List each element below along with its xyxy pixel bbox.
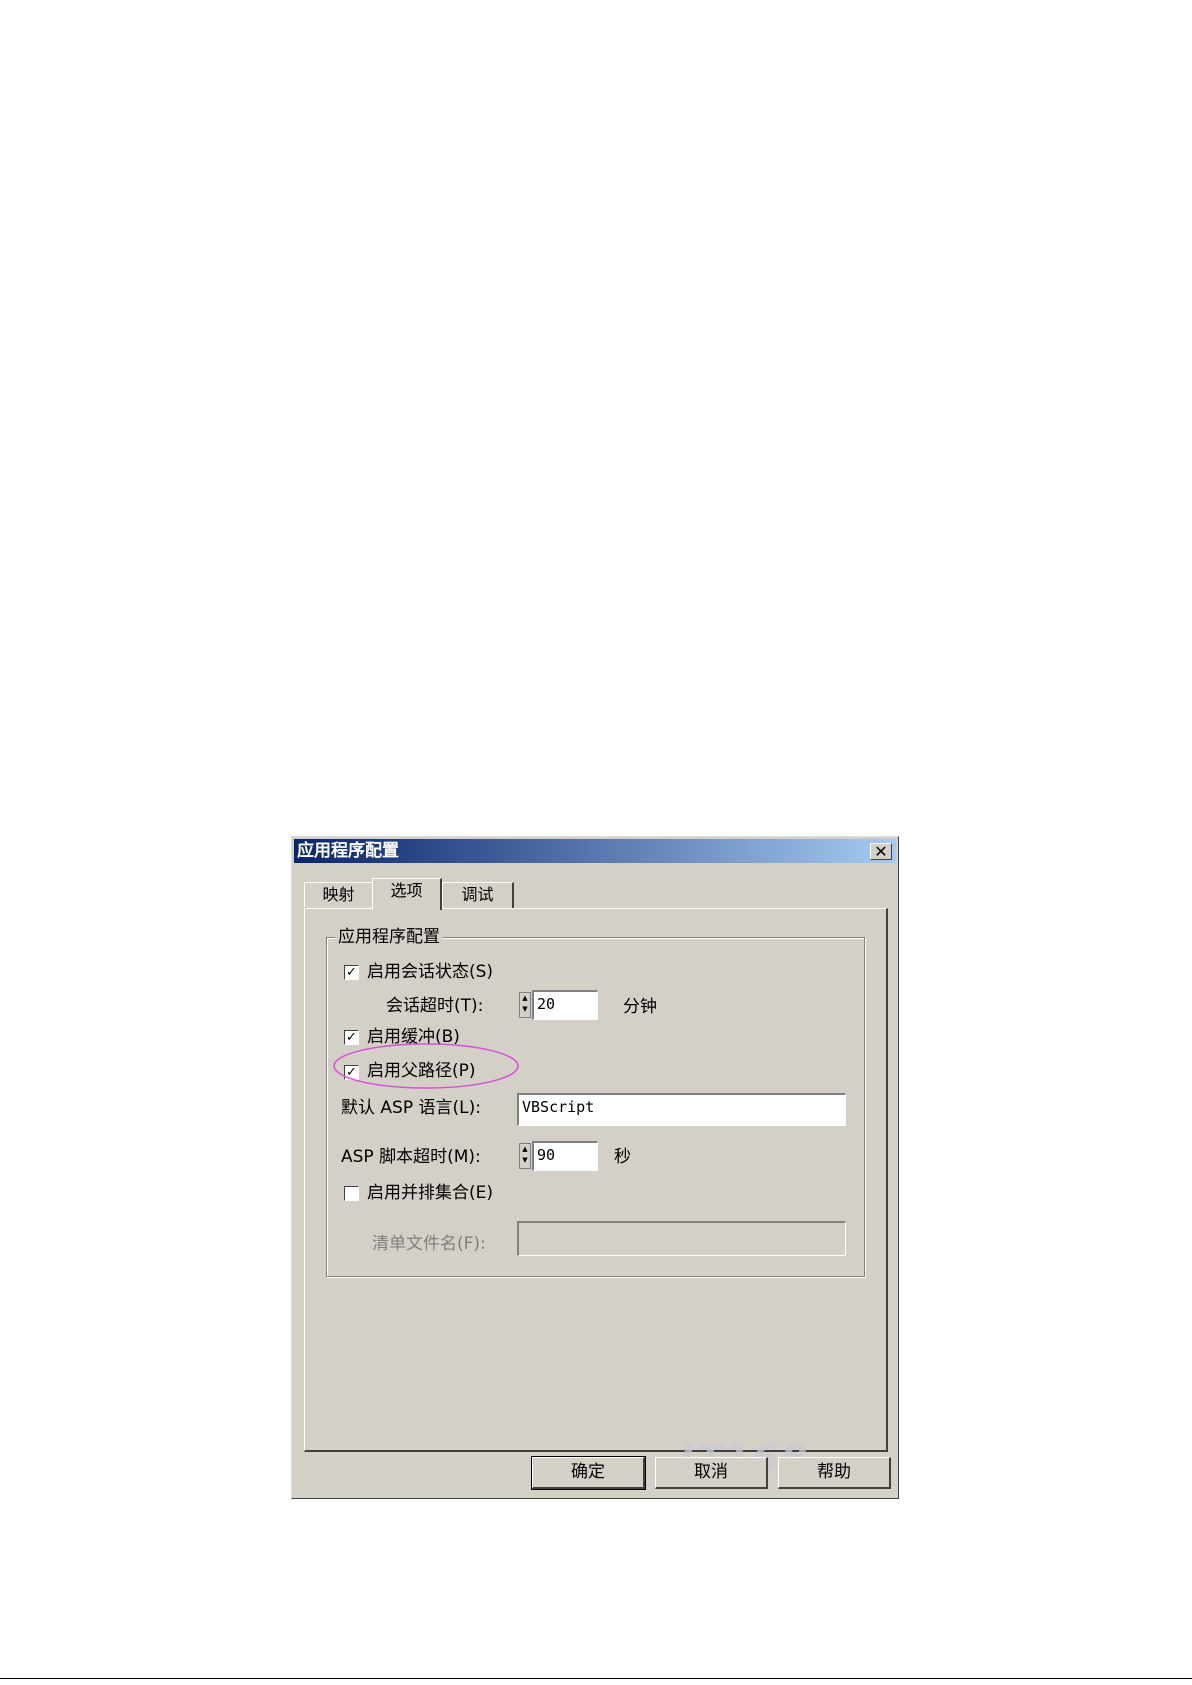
tab-mappings[interactable]: 映射 bbox=[304, 882, 374, 908]
asp-script-timeout-input[interactable]: 90 bbox=[532, 1141, 598, 1171]
default-asp-language-label: 默认 ASP 语言(L): bbox=[341, 1098, 481, 1118]
spin-down-icon: ▼ bbox=[522, 1156, 528, 1164]
check-icon: ✓ bbox=[346, 965, 357, 980]
spin-down-icon: ▼ bbox=[522, 1005, 528, 1013]
tab-options[interactable]: 选项 bbox=[372, 878, 442, 910]
spin-up-icon: ▲ bbox=[522, 1145, 528, 1153]
close-button[interactable]: ✕ bbox=[870, 843, 892, 860]
manifest-file-input[interactable] bbox=[517, 1221, 846, 1256]
enable-side-by-side-checkbox[interactable] bbox=[344, 1186, 359, 1201]
help-button[interactable]: 帮助 bbox=[778, 1457, 891, 1489]
spin-up-icon: ▲ bbox=[522, 994, 528, 1002]
enable-session-state-checkbox[interactable]: ✓ bbox=[344, 965, 359, 980]
groupbox-title: 应用程序配置 bbox=[335, 927, 443, 947]
close-icon: ✕ bbox=[874, 842, 888, 861]
enable-session-state-label: 启用会话状态(S) bbox=[367, 962, 494, 982]
cancel-button[interactable]: 取消 bbox=[655, 1457, 768, 1489]
session-timeout-label: 会话超时(T): bbox=[386, 996, 484, 1016]
asp-script-timeout-label: ASP 脚本超时(M): bbox=[341, 1147, 481, 1167]
tab-label: 调试 bbox=[461, 885, 494, 904]
page-bottom-rule bbox=[0, 1678, 1192, 1679]
default-asp-language-input[interactable]: VBScript bbox=[517, 1093, 846, 1126]
tab-label: 映射 bbox=[322, 885, 355, 904]
session-timeout-spinner[interactable]: ▲ ▼ bbox=[519, 992, 531, 1018]
application-config-dialog: 应用程序配置 ✕ 映射 选项 调试 应用程序配置 ✓ 启用会话状态(S) 会话超… bbox=[291, 836, 899, 1499]
highlight-ellipse bbox=[333, 1043, 519, 1089]
title-bar[interactable]: 应用程序配置 ✕ bbox=[294, 839, 896, 863]
session-timeout-input[interactable]: 20 bbox=[532, 990, 598, 1020]
session-timeout-unit: 分钟 bbox=[623, 997, 657, 1017]
dialog-title: 应用程序配置 bbox=[297, 841, 399, 861]
asp-script-timeout-unit: 秒 bbox=[614, 1147, 631, 1167]
enable-side-by-side-label: 启用并排集合(E) bbox=[367, 1183, 494, 1203]
tab-label: 选项 bbox=[390, 881, 423, 900]
asp-script-timeout-spinner[interactable]: ▲ ▼ bbox=[519, 1143, 531, 1169]
tab-debugging[interactable]: 调试 bbox=[442, 882, 514, 908]
manifest-file-label: 清单文件名(F): bbox=[372, 1234, 486, 1254]
ok-button[interactable]: 确定 bbox=[531, 1456, 646, 1490]
